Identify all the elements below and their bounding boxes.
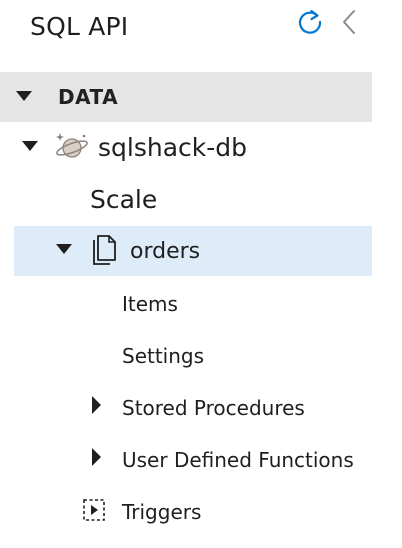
tree-item-items[interactable]: Items — [0, 278, 372, 328]
documents-icon — [93, 235, 116, 265]
section-header-data[interactable]: DATA — [0, 72, 372, 122]
triggers-label: Triggers — [122, 500, 202, 524]
caret-down-icon[interactable] — [22, 141, 38, 151]
items-label: Items — [122, 292, 178, 316]
page-title: SQL API — [30, 12, 129, 41]
tree-item-stored-procedures[interactable]: Stored Procedures — [0, 382, 372, 432]
settings-label: Settings — [122, 344, 205, 368]
udf-label: User Defined Functions — [122, 448, 354, 472]
caret-down-icon[interactable] — [16, 91, 32, 101]
caret-down-icon[interactable] — [56, 244, 72, 254]
scale-label: Scale — [90, 185, 158, 214]
tree-item-scale[interactable]: Scale — [0, 174, 372, 224]
section-label: DATA — [58, 85, 119, 109]
stored-procedures-label: Stored Procedures — [122, 396, 305, 420]
tree-item-settings[interactable]: Settings — [0, 330, 372, 380]
tree-item-database[interactable]: sqlshack-db — [0, 122, 372, 172]
trigger-icon — [83, 499, 105, 521]
database-label: sqlshack-db — [98, 133, 248, 162]
caret-right-icon[interactable] — [92, 448, 101, 466]
tree-item-user-defined-functions[interactable]: User Defined Functions — [0, 434, 372, 484]
planet-icon — [56, 133, 88, 158]
tree-item-triggers[interactable]: Triggers — [0, 486, 372, 536]
chevron-left-icon[interactable] — [340, 8, 358, 36]
tree-item-container-orders[interactable]: orders — [14, 226, 372, 276]
caret-right-icon[interactable] — [92, 396, 101, 414]
refresh-icon[interactable] — [296, 8, 324, 36]
container-label: orders — [130, 239, 201, 264]
